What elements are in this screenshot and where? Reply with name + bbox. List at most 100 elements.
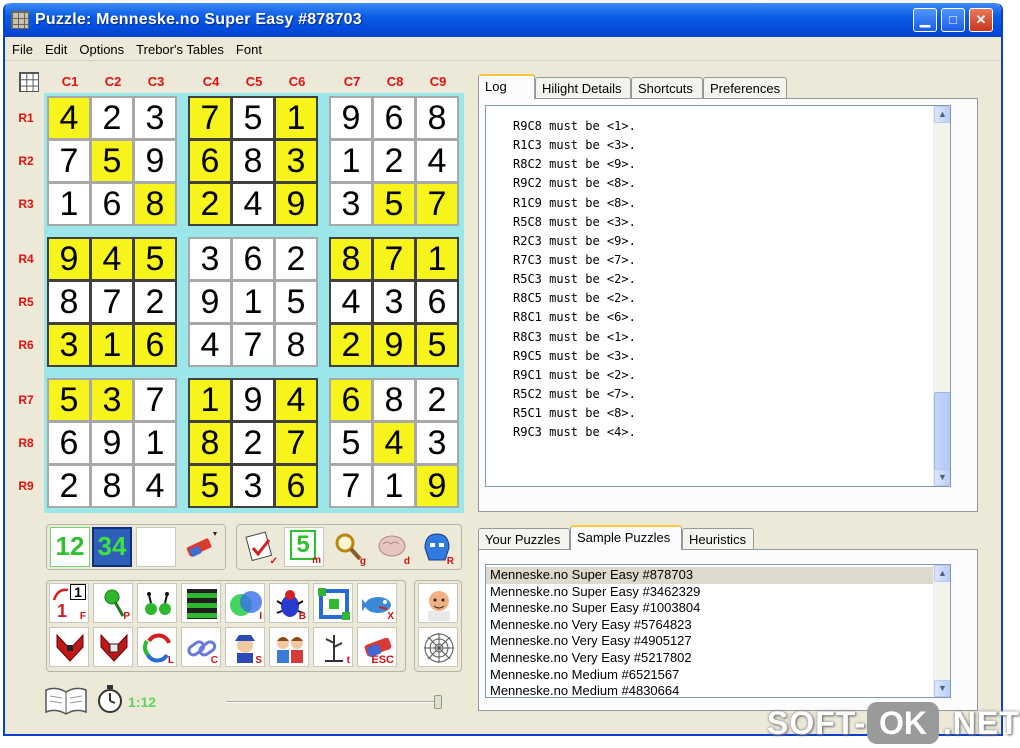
stopwatch-icon[interactable] — [96, 684, 124, 719]
sudoku-cell[interactable]: 1 — [417, 239, 457, 279]
sudoku-cell[interactable]: 3 — [190, 239, 230, 279]
puzzle-list-item[interactable]: Menneske.no Super Easy #3462329 — [486, 584, 950, 601]
sudoku-cell[interactable]: 4 — [331, 282, 371, 322]
sudoku-cell[interactable]: 9 — [374, 325, 414, 365]
scroll-up-icon[interactable]: ▲ — [934, 565, 950, 582]
sudoku-cell[interactable]: 1 — [233, 282, 273, 322]
sudoku-cell[interactable]: 3 — [331, 184, 371, 224]
sudoku-cell[interactable]: 9 — [417, 466, 457, 506]
sudoku-cell[interactable]: 5 — [374, 184, 414, 224]
sudoku-cell[interactable]: 9 — [190, 282, 230, 322]
sudoku-cell[interactable]: 5 — [190, 466, 230, 506]
puzzle-list-item[interactable]: Menneske.no Super Easy #1003804 — [486, 600, 950, 617]
sudoku-cell[interactable]: 5 — [331, 423, 371, 463]
sudoku-cell[interactable]: 7 — [190, 98, 230, 138]
tab-shortcuts[interactable]: Shortcuts — [631, 77, 703, 98]
sudoku-cell[interactable]: 5 — [49, 380, 89, 420]
scroll-down-icon[interactable]: ▼ — [934, 469, 950, 486]
tab-log[interactable]: Log — [478, 74, 535, 99]
chain-link-icon[interactable]: C — [181, 627, 221, 667]
speed-slider-thumb[interactable] — [434, 695, 442, 709]
sudoku-cell[interactable]: 2 — [190, 184, 230, 224]
sudoku-cell[interactable]: 2 — [417, 380, 457, 420]
sudoku-cell[interactable]: 7 — [276, 423, 316, 463]
tab-sample-puzzles[interactable]: Sample Puzzles — [570, 525, 682, 550]
sudoku-cell[interactable]: 4 — [49, 98, 89, 138]
xwing-icon[interactable] — [49, 627, 89, 667]
sudoku-cell[interactable]: 3 — [135, 98, 175, 138]
sudoku-cell[interactable]: 1 — [92, 325, 132, 365]
sudoku-cell[interactable]: 7 — [49, 141, 89, 181]
sudoku-cell[interactable]: 6 — [190, 141, 230, 181]
sudoku-cell[interactable]: 3 — [374, 282, 414, 322]
sudoku-cell[interactable]: 7 — [417, 184, 457, 224]
sudoku-cell[interactable]: 1 — [374, 466, 414, 506]
tab-preferences[interactable]: Preferences — [703, 77, 787, 98]
log-scrollbar[interactable]: ▲ ▼ — [933, 106, 950, 486]
eraser-icon[interactable] — [180, 527, 220, 567]
sudoku-cell[interactable]: 7 — [233, 325, 273, 365]
avatar-button[interactable] — [418, 583, 458, 623]
robot-head-icon[interactable]: R — [416, 527, 456, 567]
pushpin-icon[interactable]: P — [93, 583, 133, 623]
sudoku-cell[interactable]: 7 — [331, 466, 371, 506]
sudoku-cell[interactable]: 5 — [233, 98, 273, 138]
sudoku-cell[interactable]: 9 — [331, 98, 371, 138]
sudoku-cell[interactable]: 8 — [276, 325, 316, 365]
sudoku-cell[interactable]: 2 — [92, 98, 132, 138]
sudoku-cell[interactable]: 4 — [135, 466, 175, 506]
sudoku-cell[interactable]: 3 — [233, 466, 273, 506]
sudoku-cell[interactable]: 8 — [49, 282, 89, 322]
sudoku-cell[interactable]: 5 — [135, 239, 175, 279]
escape-eraser-icon[interactable]: ESC — [357, 627, 397, 667]
speed-slider-track[interactable] — [226, 701, 442, 703]
sudoku-cell[interactable]: 6 — [331, 380, 371, 420]
sudoku-cell[interactable]: 5 — [417, 325, 457, 365]
sudoku-cell[interactable]: 5 — [92, 141, 132, 181]
sudoku-cell[interactable]: 9 — [49, 239, 89, 279]
ywing-icon[interactable] — [93, 627, 133, 667]
sudoku-cell[interactable]: 1 — [49, 184, 89, 224]
hint-digit-button[interactable]: 5 m — [284, 527, 324, 567]
sudoku-cell[interactable]: 2 — [135, 282, 175, 322]
sudoku-cell[interactable]: 9 — [276, 184, 316, 224]
sudoku-cell[interactable]: 4 — [417, 141, 457, 181]
sudoku-cell[interactable]: 1 — [135, 423, 175, 463]
open-book-icon[interactable] — [44, 684, 88, 721]
sudoku-cell[interactable]: 6 — [417, 282, 457, 322]
sudoku-cell[interactable]: 3 — [276, 141, 316, 181]
blank-mode-button[interactable] — [136, 527, 176, 567]
sudoku-cell[interactable]: 5 — [276, 282, 316, 322]
sudoku-cell[interactable]: 2 — [49, 466, 89, 506]
check-board-button[interactable]: ✓ — [240, 527, 280, 567]
sudoku-cell[interactable]: 1 — [276, 98, 316, 138]
sudoku-cell[interactable]: 4 — [190, 325, 230, 365]
sudoku-cell[interactable]: 7 — [92, 282, 132, 322]
tab-heuristics[interactable]: Heuristics — [682, 528, 754, 549]
sudoku-cell[interactable]: 2 — [331, 325, 371, 365]
sudoku-cell[interactable]: 2 — [233, 423, 273, 463]
puzzle-scrollbar[interactable]: ▲ ▼ — [933, 565, 950, 697]
sudoku-cell[interactable]: 4 — [374, 423, 414, 463]
menu-trebors-tables[interactable]: Trebor's Tables — [130, 37, 230, 57]
maximize-button[interactable]: □ — [941, 8, 965, 32]
title-bar[interactable]: Puzzle: Menneske.no Super Easy #878703 ▁… — [5, 3, 1001, 37]
sudoku-cell[interactable]: 4 — [233, 184, 273, 224]
venn-circles-icon[interactable]: I — [225, 583, 265, 623]
sudoku-cell[interactable]: 8 — [233, 141, 273, 181]
sudoku-cell[interactable]: 8 — [331, 239, 371, 279]
sudoku-cell[interactable]: 2 — [374, 141, 414, 181]
scroll-thumb[interactable] — [934, 392, 950, 470]
striped-box-icon[interactable] — [181, 583, 221, 623]
sudoku-cell[interactable]: 8 — [190, 423, 230, 463]
sudoku-cell[interactable]: 7 — [135, 380, 175, 420]
sudoku-cell[interactable]: 3 — [92, 380, 132, 420]
square-links-icon[interactable] — [313, 583, 353, 623]
menu-options[interactable]: Options — [73, 37, 130, 57]
sudoku-cell[interactable]: 6 — [276, 466, 316, 506]
puzzle-list-item[interactable]: Menneske.no Very Easy #5217802 — [486, 650, 950, 667]
minimize-button[interactable]: ▁ — [913, 8, 937, 32]
bug-icon[interactable]: B — [269, 583, 309, 623]
sudoku-cell[interactable]: 6 — [135, 325, 175, 365]
spider-web-icon[interactable] — [418, 627, 458, 667]
